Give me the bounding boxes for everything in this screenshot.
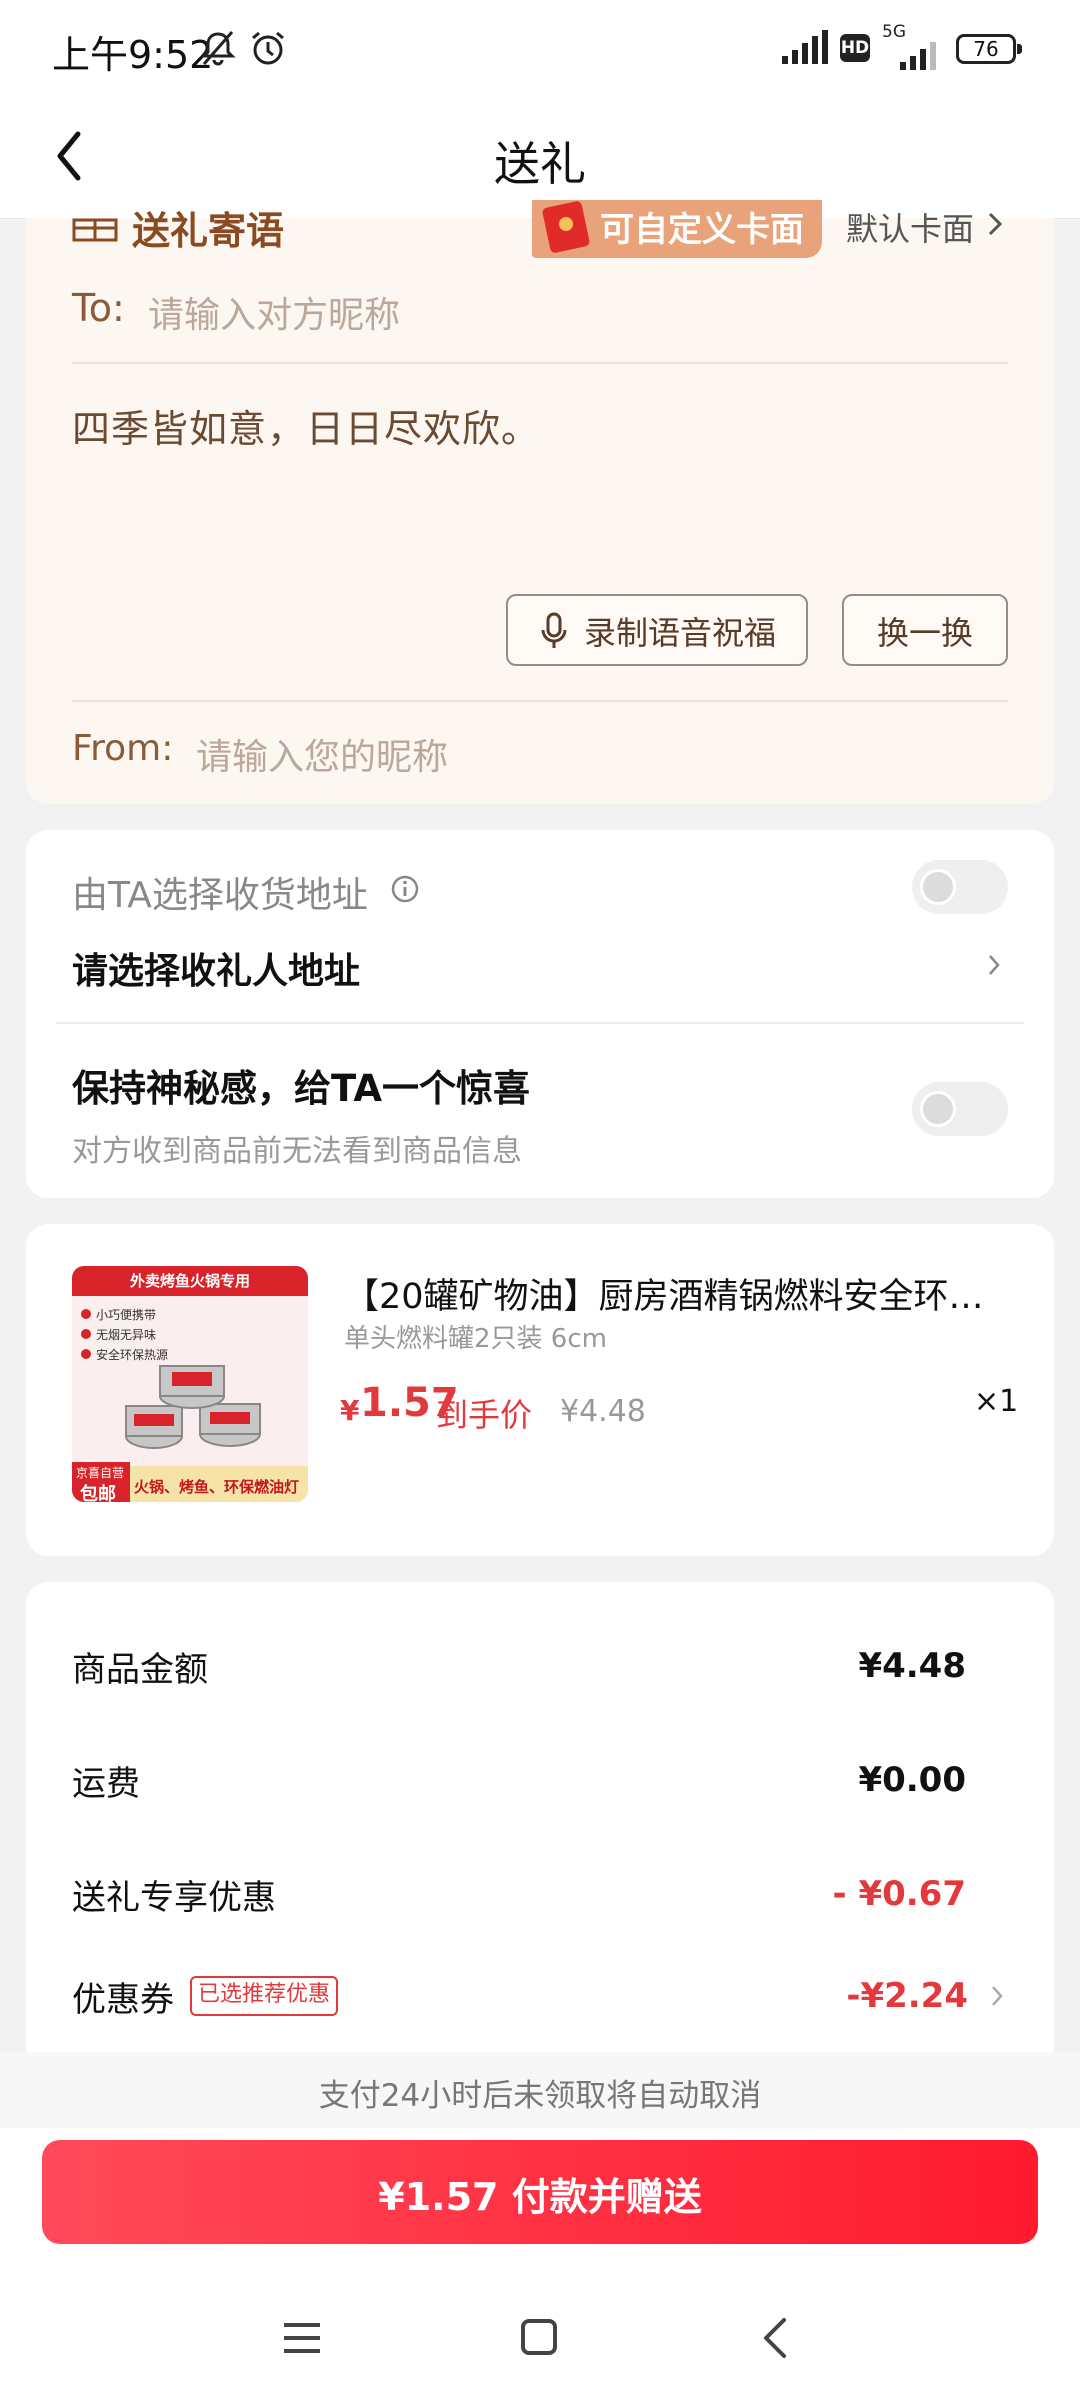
summary-label-shipping: 运费	[72, 1764, 140, 1804]
red-envelope-icon	[542, 201, 590, 253]
summary-value-gift-discount: - ¥0.67	[832, 1874, 967, 1914]
product-image-badge-top: 京喜自营	[76, 1466, 125, 1480]
summary-value-coupon[interactable]: -¥2.24	[846, 1976, 968, 2016]
quantity: ×1	[974, 1384, 1019, 1419]
divider	[56, 1022, 1024, 1024]
network-5g-indicator: 5G	[880, 22, 944, 70]
to-label: To:	[72, 286, 125, 330]
summary-value-goods: ¥4.48	[858, 1646, 966, 1686]
surprise-mode-subtitle: 对方收到商品前无法看到商品信息	[72, 1134, 522, 1169]
battery-indicator: 76	[956, 34, 1022, 64]
product-title[interactable]: 【20罐矿物油】厨房酒精锅燃料安全环保…	[344, 1268, 1004, 1319]
product-image-feature: 无烟无异味	[96, 1328, 157, 1342]
summary-label-gift-discount: 送礼专享优惠	[72, 1878, 276, 1918]
original-price: ¥4.48	[560, 1394, 646, 1429]
default-card-link[interactable]: 默认卡面	[846, 204, 974, 250]
product-image-badge: 包邮	[80, 1484, 116, 1502]
chevron-right-icon[interactable]	[990, 1984, 1004, 2008]
page-title: 送礼	[494, 137, 586, 191]
select-recipient-address[interactable]: 请选择收礼人地址	[72, 942, 360, 994]
product-image-feature: 安全环保热源	[96, 1348, 169, 1362]
greeting-message[interactable]: 四季皆如意，日日尽欢欣。	[72, 398, 540, 453]
bell-muted-icon	[200, 31, 236, 66]
summary-label-goods: 商品金额	[72, 1650, 208, 1690]
product-spec: 单头燃料罐2只装 6cm	[344, 1324, 607, 1354]
swap-message-label: 换一换	[876, 614, 973, 652]
pay-and-gift-label: ¥1.57 付款并赠送	[378, 2175, 702, 2219]
price-currency: ¥	[340, 1394, 360, 1427]
product-image[interactable]: 外卖烤鱼火锅专用 小巧便携带 无烟无异味 安全环保热源 京喜自营 包邮 火锅、烤…	[72, 1266, 308, 1502]
chevron-right-icon	[988, 212, 1003, 236]
signal-icon	[782, 30, 828, 64]
menu-icon[interactable]	[282, 2320, 322, 2356]
auto-cancel-notice: 支付24小时后未领取将自动取消	[318, 2078, 762, 2114]
final-price-label: 到手价	[436, 1396, 533, 1434]
toggle-knob	[920, 1091, 956, 1127]
product-image-banner: 外卖烤鱼火锅专用	[129, 1272, 250, 1290]
surprise-mode-title: 保持神秘感，给TA一个惊喜	[72, 1067, 531, 1110]
divider	[72, 362, 1008, 364]
home-icon[interactable]	[520, 2318, 558, 2356]
summary-value-shipping: ¥0.00	[858, 1760, 966, 1800]
microphone-icon	[541, 612, 567, 648]
gift-icon	[72, 218, 118, 242]
signal-5g-icon	[900, 42, 936, 70]
record-voice-label: 录制语音祝福	[584, 614, 777, 652]
from-label: From:	[72, 728, 174, 769]
chevron-right-icon	[989, 955, 1000, 975]
surprise-mode-toggle[interactable]	[912, 1082, 1008, 1136]
status-time: 上午9:52	[52, 33, 214, 77]
recipient-address-toggle[interactable]	[912, 860, 1008, 914]
hd-badge: HD	[840, 34, 870, 62]
divider	[72, 700, 1008, 702]
from-nickname-input[interactable]: 请输入您的昵称	[196, 728, 448, 780]
recipient-choose-address-label: 由TA选择收货地址	[72, 875, 368, 916]
toggle-knob	[920, 869, 956, 905]
greeting-title: 送礼寄语	[132, 209, 285, 253]
product-image-feature: 小巧便携带	[96, 1308, 157, 1322]
coupon-recommended-tag: 已选推荐优惠	[190, 1976, 339, 2016]
summary-label-coupon[interactable]: 优惠券	[72, 1972, 174, 2021]
system-back-icon[interactable]	[760, 2316, 790, 2360]
to-nickname-input[interactable]: 请输入对方昵称	[148, 286, 400, 338]
product-image-footer: 火锅、烤鱼、环保燃油灯	[134, 1478, 300, 1496]
alarm-clock-icon	[252, 31, 284, 65]
info-icon[interactable]	[390, 874, 420, 904]
custom-card-label: 可自定义卡面	[600, 210, 804, 250]
